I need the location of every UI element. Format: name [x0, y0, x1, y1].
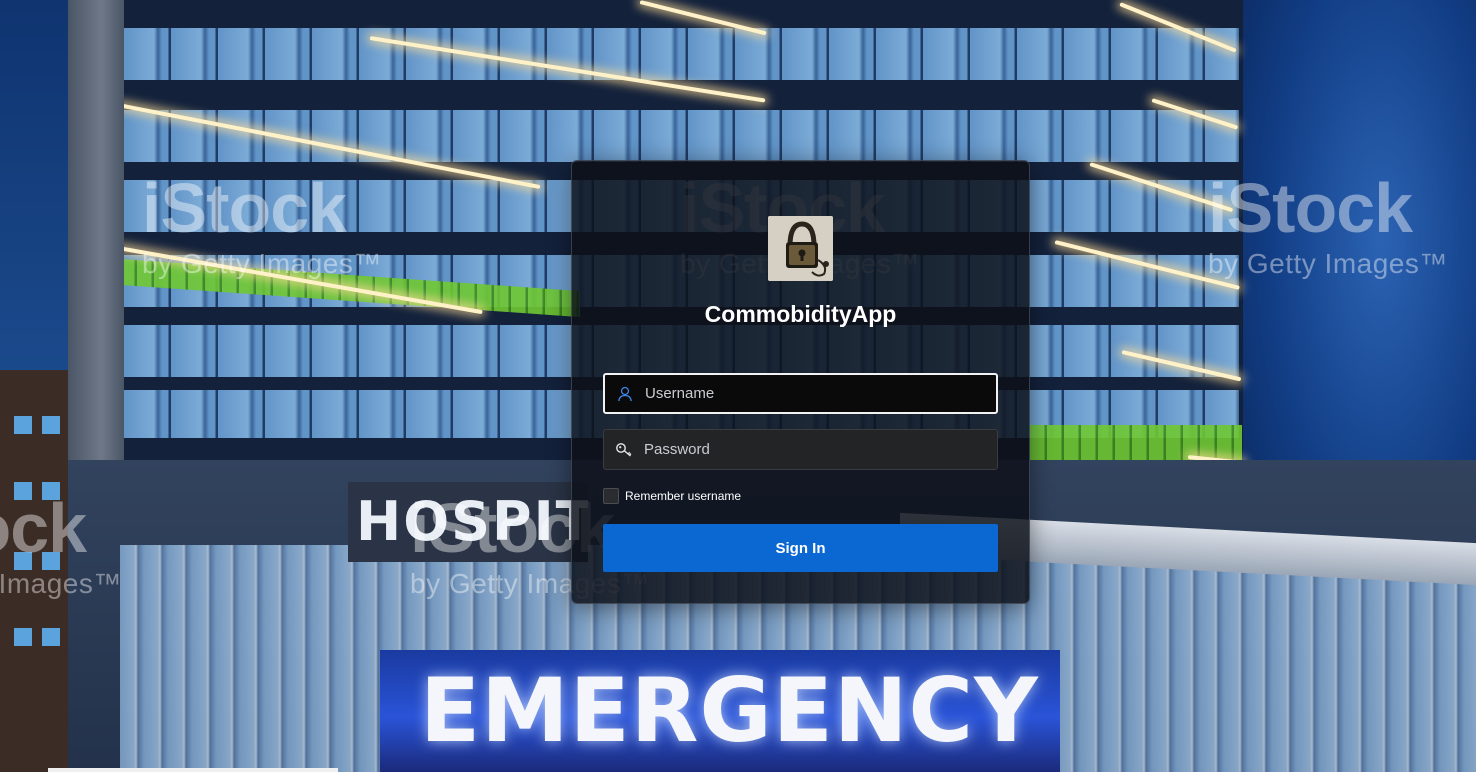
- key-icon: [604, 430, 644, 469]
- emergency-sign: EMERGENCY: [420, 659, 1039, 762]
- password-input[interactable]: [644, 430, 997, 469]
- remember-username-checkbox[interactable]: [603, 488, 619, 504]
- username-input[interactable]: [645, 375, 996, 412]
- app-title: CommobidityApp: [704, 301, 897, 327]
- hospital-sign: HOSPITAL: [348, 482, 588, 562]
- password-field[interactable]: [603, 429, 998, 470]
- padlock-photo-icon: [768, 216, 833, 281]
- login-card: CommobidityApp Remember username Sign In: [571, 160, 1030, 604]
- window-band: [124, 28, 1239, 80]
- adjacent-building: [0, 370, 68, 772]
- user-icon: [605, 375, 645, 412]
- sign-in-button[interactable]: Sign In: [603, 524, 998, 572]
- ground-strip: [48, 768, 338, 772]
- remember-username[interactable]: Remember username: [603, 488, 741, 504]
- remember-username-label: Remember username: [625, 489, 742, 503]
- sky-left: [0, 0, 70, 380]
- username-field[interactable]: [603, 373, 998, 414]
